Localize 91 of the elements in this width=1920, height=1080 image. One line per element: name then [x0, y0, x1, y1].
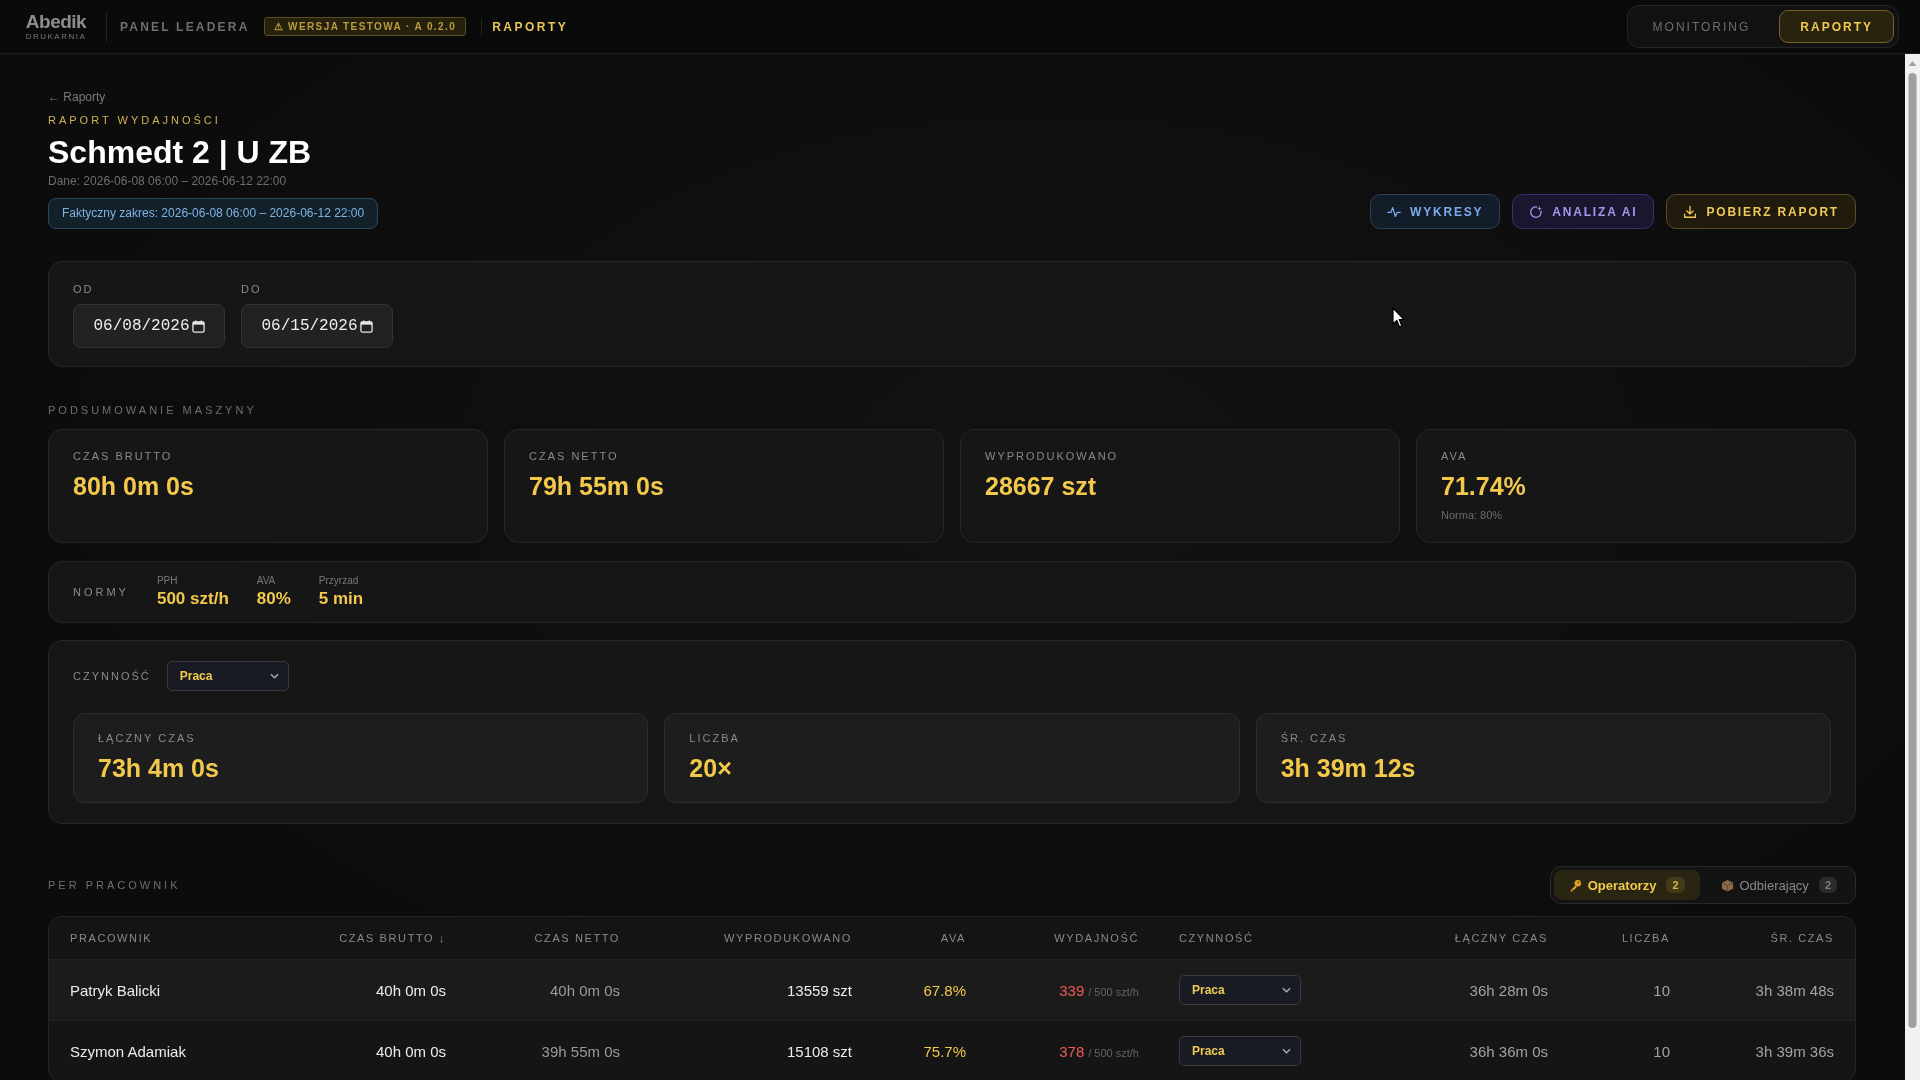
action-button[interactable]: WYKRESY	[1370, 194, 1501, 229]
date-field[interactable]: 06/08/2026	[73, 304, 225, 348]
role-tab[interactable]: Odbierający 2	[1705, 870, 1852, 900]
sparkle-circle-icon	[1529, 204, 1544, 219]
efficiency-norm: / 500 szt/h	[1088, 1046, 1139, 1059]
norm-label: PPH	[156, 575, 179, 587]
norm-label: Przyrzad	[318, 575, 360, 587]
stat-label: LICZBA	[689, 732, 740, 745]
table-cell: 10	[1653, 1042, 1670, 1060]
norms-label: NORMY	[73, 585, 129, 599]
table-cell: 10	[1653, 981, 1670, 999]
stat-label: AVA	[1441, 450, 1468, 463]
chevron-down-icon	[1282, 1048, 1291, 1054]
scrollbar[interactable]	[1905, 54, 1920, 1080]
calendar-icon[interactable]	[359, 319, 373, 333]
norm-value: 80%	[256, 589, 291, 609]
chevron-down-icon	[1282, 987, 1291, 993]
stat-label: WYPRODUKOWANO	[985, 450, 1119, 463]
calendar-icon[interactable]	[191, 319, 205, 333]
stat-label: CZAS NETTO	[529, 450, 619, 463]
table-cell: 3h 38m 48s	[1755, 981, 1834, 999]
nav-tab[interactable]: MONITORING	[1631, 10, 1772, 43]
activity-select[interactable]: Praca	[166, 661, 289, 691]
column-header[interactable]: ŚR. CZAS	[1770, 932, 1834, 944]
stat-value: 80h 0m 0s	[73, 471, 194, 501]
table-cell: 36h 28m 0s	[1469, 981, 1548, 999]
cursor-icon	[1392, 307, 1405, 328]
stat-note: Norma: 80%	[1441, 508, 1503, 522]
stat-value: 71.74%	[1441, 471, 1526, 501]
table-cell: 39h 55m 0s	[541, 1042, 620, 1060]
column-header[interactable]: LICZBA	[1621, 932, 1670, 944]
norm-value: 5 min	[318, 589, 364, 609]
activity-label: CZYNNOŚĆ	[73, 669, 151, 683]
key-icon	[1568, 878, 1582, 892]
stat-label: CZAS BRUTTO	[73, 450, 173, 463]
worker-name: Patryk Balicki	[70, 981, 161, 999]
column-header[interactable]: AVA	[940, 932, 966, 944]
column-header[interactable]: PRACOWNIK	[70, 932, 153, 944]
efficiency-value: 339	[1059, 981, 1085, 999]
column-header[interactable]: CZYNNOŚĆ	[1179, 932, 1254, 944]
app-title: PANEL LEADERA	[120, 19, 250, 34]
stat-label: ŁĄCZNY CZAS	[98, 732, 196, 745]
column-header[interactable]: ŁĄCZNY CZAS	[1454, 932, 1548, 944]
action-button[interactable]: POBIERZ RAPORT	[1666, 194, 1856, 229]
column-header[interactable]: CZAS NETTO	[534, 932, 620, 944]
table-cell: 15108 szt	[786, 1042, 852, 1060]
efficiency-norm: / 500 szt/h	[1088, 985, 1139, 998]
table-cell: 40h 0m 0s	[375, 1042, 446, 1060]
column-header[interactable]: CZAS BRUTTO ↓	[339, 932, 446, 944]
stat-label: ŚR. CZAS	[1280, 732, 1348, 745]
efficiency-value: 378	[1059, 1042, 1085, 1060]
activity-select[interactable]: Praca	[1179, 975, 1301, 1005]
table-cell: 13559 szt	[786, 981, 852, 999]
section-heading: PODSUMOWANIE MASZYNY	[48, 404, 258, 417]
table-cell: 75.7%	[923, 1042, 966, 1060]
action-button[interactable]: ANALIZA AI	[1512, 194, 1655, 229]
column-header[interactable]: WYPRODUKOWANO	[724, 932, 852, 944]
version-badge: ⚠ WERSJA TESTOWA · A 0.2.0	[263, 17, 467, 36]
field-label: OD	[73, 283, 95, 296]
activity-select[interactable]: Praca	[1179, 1036, 1301, 1066]
download-icon	[1683, 204, 1698, 219]
data-range-text: Dane: 2026-06-08 06:00 – 2026-06-12 22:00	[48, 174, 287, 189]
logo-tagline: DRUKARNIA	[25, 32, 87, 41]
stat-value: 20×	[689, 753, 732, 783]
date-field[interactable]: 06/15/2026	[241, 304, 393, 348]
section-title: RAPORTY	[492, 19, 569, 34]
table-cell: 3h 39m 36s	[1755, 1042, 1834, 1060]
column-header[interactable]: WYDAJNOŚĆ	[1054, 932, 1139, 944]
chevron-down-icon	[269, 673, 279, 679]
page-kicker: RAPORT WYDAJNOŚCI	[48, 113, 221, 127]
stat-value: 73h 4m 0s	[98, 753, 219, 783]
table-cell: 67.8%	[923, 981, 966, 999]
role-tab[interactable]: Operatorzy 2	[1553, 870, 1700, 900]
field-label: DO	[241, 283, 263, 296]
stat-value: 3h 39m 12s	[1280, 753, 1416, 783]
pulse-icon	[1387, 204, 1402, 219]
norm-value: 500 szt/h	[156, 589, 229, 609]
logo-text[interactable]: Abedik	[25, 12, 87, 31]
back-link[interactable]: ← Raporty	[48, 89, 106, 105]
section-heading: PER PRACOWNIK	[48, 878, 181, 892]
actual-range-badge: Faktyczny zakres: 2026-06-08 06:00 – 2026-06-12 22:00	[48, 198, 379, 229]
table-cell: 40h 0m 0s	[375, 981, 446, 999]
table-cell: 36h 36m 0s	[1469, 1042, 1548, 1060]
stat-value: 79h 55m 0s	[529, 471, 664, 501]
page-title: Schmedt 2 | U ZB	[48, 133, 312, 171]
norm-label: AVA	[256, 575, 277, 587]
stat-value: 28667 szt	[985, 471, 1097, 501]
nav-tab[interactable]: RAPORTY	[1779, 10, 1894, 43]
table-cell: 40h 0m 0s	[549, 981, 620, 999]
package-icon	[1720, 878, 1734, 892]
worker-name: Szymon Adamiak	[70, 1042, 186, 1060]
